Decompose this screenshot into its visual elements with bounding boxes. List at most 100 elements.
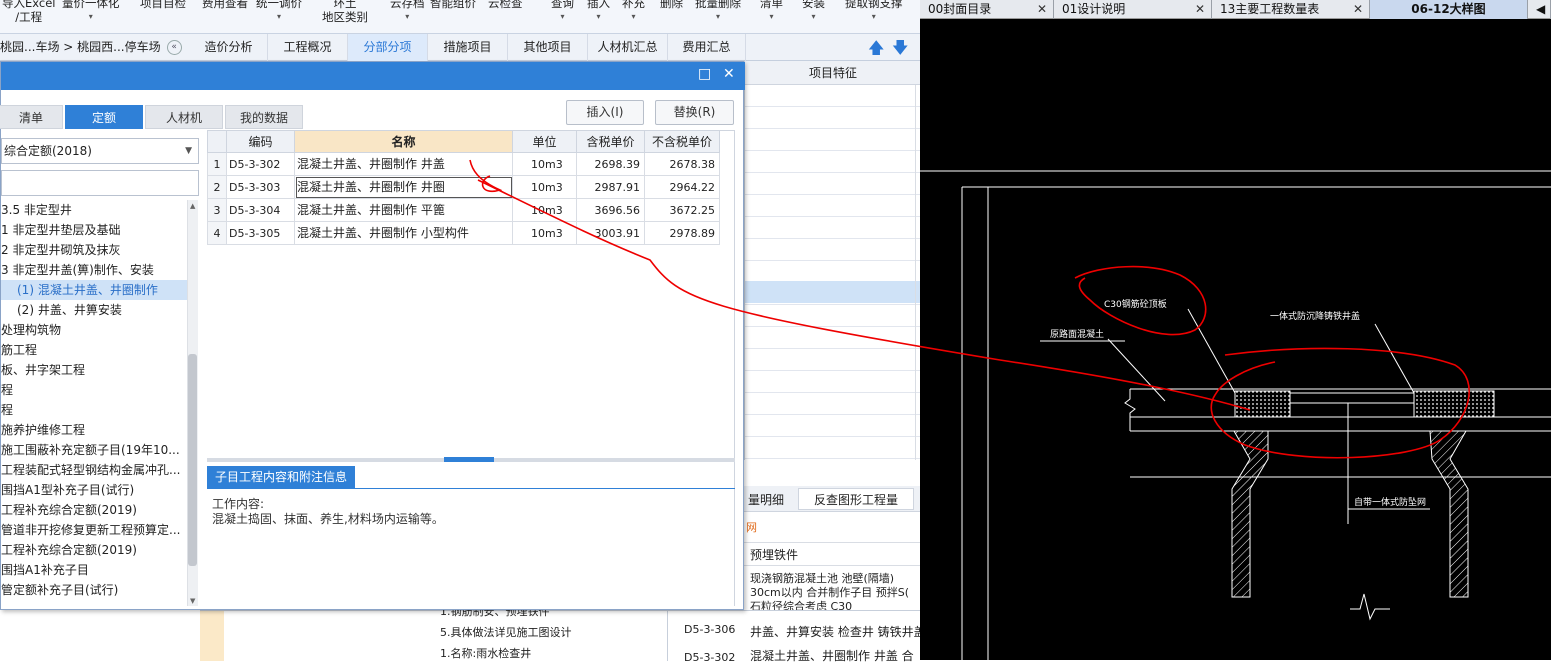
tree-scrollbar-thumb[interactable] xyxy=(188,354,197,566)
dialog-titlebar[interactable] xyxy=(1,62,745,90)
scroll-up-icon[interactable]: ▲ xyxy=(190,202,195,210)
feature-row[interactable] xyxy=(745,371,921,393)
feature-row[interactable] xyxy=(745,151,921,173)
tree-item[interactable]: 3.5 非定型井 xyxy=(1,200,187,220)
tree-item[interactable]: 程 xyxy=(1,400,187,420)
tree-item[interactable]: 板、井字架工程 xyxy=(1,360,187,380)
lower-tab-detail[interactable]: 量明细 xyxy=(748,491,784,508)
tree-item[interactable]: 2 非定型井砌筑及抹灰 xyxy=(1,240,187,260)
tab-info[interactable]: 子目工程内容和附注信息 xyxy=(207,466,355,488)
close-icon[interactable]: ✕ xyxy=(723,66,735,82)
dropdown-caret-icon: ▾ xyxy=(715,12,720,21)
cad-tab-4[interactable]: ◀ xyxy=(1528,0,1551,19)
info-line-2: 混凝土捣固、抹面、养生,材料场内运输等。 xyxy=(212,512,444,526)
close-icon[interactable]: ✕ xyxy=(1037,0,1047,19)
scroll-down-icon[interactable]: ▼ xyxy=(190,597,195,605)
tree-item[interactable]: 筋工程 xyxy=(1,340,187,360)
toolbar-item-6[interactable]: 云存档 ▾ xyxy=(390,0,425,24)
toolbar-item-15[interactable]: 安装 ▾ xyxy=(802,0,825,24)
tree-item[interactable]: (2) 井盖、井箅安装 xyxy=(1,300,187,320)
maximize-icon[interactable]: □ xyxy=(698,66,711,82)
feature-row[interactable] xyxy=(745,261,921,283)
tree-item[interactable]: (1) 混凝土井盖、井圈制作 xyxy=(1,280,187,300)
tab-labor-material[interactable]: 人材机 xyxy=(145,105,223,129)
toolbar-item-11[interactable]: 补充 ▾ xyxy=(622,0,645,24)
tree-item[interactable]: 程 xyxy=(1,380,187,400)
toolbar-item-12[interactable]: 删除 xyxy=(660,0,683,10)
cad-drawing[interactable]: C30钢筋砼顶板 一体式防沉降铸铁井盖 原路面混凝土 自带一体式防坠网 xyxy=(920,19,1551,660)
tree-item[interactable]: 施养护维修工程 xyxy=(1,420,187,440)
library-select[interactable]: 综合定额(2018) ▼ xyxy=(1,138,199,164)
toolbar-item-1[interactable]: 量价一体化 ▾ xyxy=(62,0,120,24)
feature-row[interactable] xyxy=(745,437,921,459)
feature-row[interactable] xyxy=(745,173,921,195)
close-icon[interactable]: ✕ xyxy=(1353,0,1363,19)
toolbar-item-4[interactable]: 统一调价 ▾ xyxy=(256,0,302,24)
move-up-icon[interactable]: 🡅 xyxy=(868,37,884,64)
splitter-handle[interactable] xyxy=(444,457,494,462)
tree-item[interactable]: 1 非定型井垫层及基础 xyxy=(1,220,187,240)
tree-item[interactable]: 施工围蔽补充定额子目(19年10... xyxy=(1,440,187,460)
feature-row[interactable] xyxy=(745,327,921,349)
toolbar-item-8[interactable]: 云检查 xyxy=(488,0,523,10)
cad-tab-2[interactable]: 13主要工程数量表 ✕ xyxy=(1212,0,1370,19)
tab-main-2[interactable]: 分部分项 xyxy=(348,34,428,61)
tab-bill[interactable]: 清单 xyxy=(0,105,63,129)
breadcrumb[interactable]: 桃园...车场 > 桃园西...停车场 « xyxy=(0,38,182,55)
cad-tab-1[interactable]: 01设计说明 ✕ xyxy=(1054,0,1212,19)
tree-item[interactable]: 管道非开挖修复更新工程预算定... xyxy=(1,520,187,540)
tab-main-0[interactable]: 造价分析 xyxy=(190,34,268,61)
selected-row[interactable] xyxy=(745,281,921,303)
replace-button[interactable]: 替换(R) xyxy=(655,100,734,125)
tab-main-4[interactable]: 其他项目 xyxy=(508,34,588,61)
tree-item[interactable]: 围挡A1补充子目 xyxy=(1,560,187,580)
cad-tab-3[interactable]: 06-12大样图 xyxy=(1370,0,1528,19)
breadcrumb-text: 桃园...车场 > 桃园西...停车场 xyxy=(0,40,161,54)
tab-my-data[interactable]: 我的数据 xyxy=(225,105,303,129)
feature-row[interactable] xyxy=(745,129,921,151)
close-icon[interactable]: ✕ xyxy=(1195,0,1205,19)
tree-item[interactable]: 管定额补充子目(试行) xyxy=(1,580,187,600)
feature-row[interactable] xyxy=(745,239,921,261)
feature-row[interactable] xyxy=(745,305,921,327)
toolbar-item-16[interactable]: 提取钢支撑 ▾ xyxy=(845,0,903,24)
cad-tab-0[interactable]: 00封面目录 ✕ xyxy=(920,0,1054,19)
tree-item[interactable]: 工程装配式轻型钢结构金属冲孔... xyxy=(1,460,187,480)
toolbar-item-14[interactable]: 清单 ▾ xyxy=(760,0,783,24)
tree-item[interactable]: 3 非定型井盖(箅)制作、安装 xyxy=(1,260,187,280)
tab-main-6[interactable]: 费用汇总 xyxy=(668,34,746,61)
tree-item[interactable]: 处理构筑物 xyxy=(1,320,187,340)
feature-row[interactable] xyxy=(745,195,921,217)
tree-item[interactable]: 工程补充综合定额(2019) xyxy=(1,500,187,520)
toolbar-item-label2: /工程 xyxy=(15,10,43,24)
tree-search-input[interactable] xyxy=(1,170,199,196)
grid-area xyxy=(207,130,735,458)
toolbar-item-5[interactable]: 环土 地区类别 xyxy=(322,0,368,24)
tab-quota[interactable]: 定额 xyxy=(65,105,143,129)
tab-main-5[interactable]: 人材机汇总 xyxy=(588,34,668,61)
feature-row[interactable] xyxy=(745,415,921,437)
feature-row[interactable] xyxy=(745,349,921,371)
toolbar-item-3[interactable]: 费用查看 xyxy=(202,0,248,10)
feature-row[interactable] xyxy=(745,393,921,415)
feature-row[interactable] xyxy=(745,217,921,239)
lower-tab-reverse[interactable]: 反查图形工程量 xyxy=(798,488,914,510)
tab-main-3[interactable]: 措施项目 xyxy=(428,34,508,61)
collapse-icon[interactable]: « xyxy=(166,40,182,55)
feature-row[interactable] xyxy=(745,107,921,129)
toolbar-item-9[interactable]: 查询 ▾ xyxy=(551,0,574,24)
insert-button[interactable]: 插入(I) xyxy=(566,100,644,125)
move-down-icon[interactable]: 🡇 xyxy=(892,37,908,64)
tree-item[interactable]: 围挡A1型补充子目(试行) xyxy=(1,480,187,500)
toolbar-item-2[interactable]: 项目自检 xyxy=(140,0,186,10)
feature-row[interactable] xyxy=(745,85,921,107)
tree-item[interactable]: 工程补充综合定额(2019) xyxy=(1,540,187,560)
toolbar-item-7[interactable]: 智能组价 xyxy=(430,0,476,10)
tab-main-1[interactable]: 工程概况 xyxy=(268,34,348,61)
toolbar-item-13[interactable]: 批量删除 ▾ xyxy=(695,0,741,24)
toolbar-item-10[interactable]: 插入 ▾ xyxy=(587,0,610,24)
toolbar-item-label: 提取钢支撑 xyxy=(845,0,903,10)
toolbar-item-0[interactable]: 导入Excel/工程 xyxy=(2,0,55,24)
toolbar-item-label: 安装 xyxy=(802,0,825,10)
dropdown-caret-icon: ▾ xyxy=(631,12,636,21)
